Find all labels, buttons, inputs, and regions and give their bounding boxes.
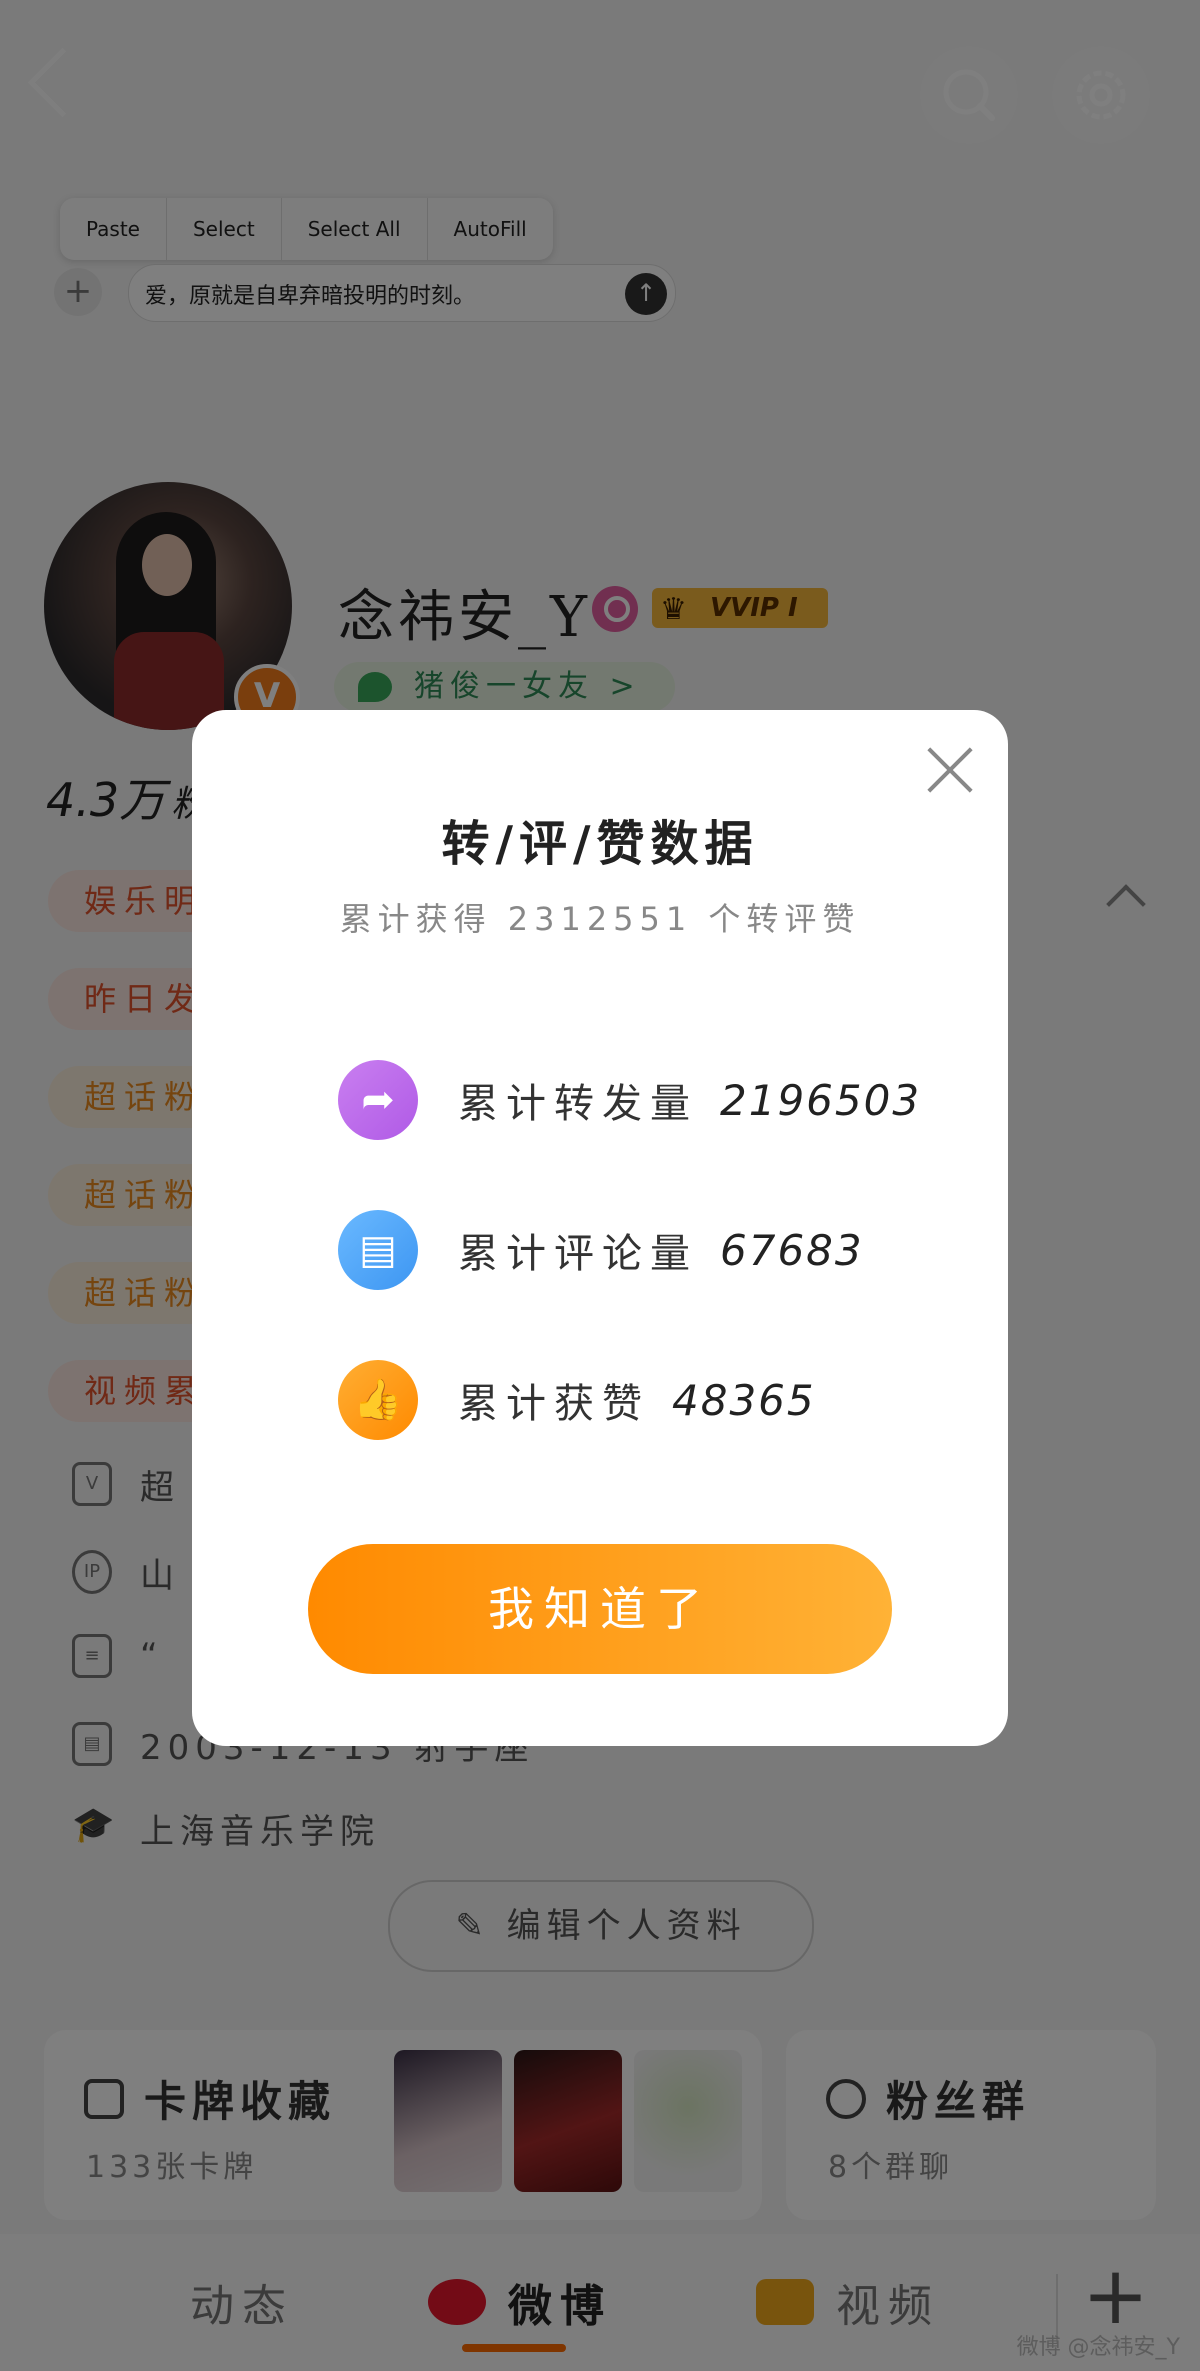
stat-value: 2196503 <box>720 1075 922 1125</box>
forward-icon: ➦ <box>338 1060 418 1140</box>
got-it-button[interactable]: 我知道了 <box>308 1544 892 1674</box>
comment-icon: ▤ <box>338 1210 418 1290</box>
thumbs-up-icon: 👍 <box>338 1360 418 1440</box>
stat-row-forward: ➦ 累计转发量 2196503 <box>338 1060 921 1140</box>
stat-label: 累计评论量 <box>458 1231 698 1277</box>
modal-subtitle: 累计获得 2312551 个转评赞 <box>339 900 861 938</box>
modal-title: 转/评/赞数据 <box>441 816 759 872</box>
stat-label: 累计转发量 <box>458 1081 698 1127</box>
stats-modal: 转/评/赞数据 累计获得 2312551 个转评赞 ➦ 累计转发量 219650… <box>192 710 1008 1746</box>
close-icon[interactable] <box>926 746 974 794</box>
stat-row-like: 👍 累计获赞 48365 <box>338 1360 816 1440</box>
stat-value: 48365 <box>672 1375 816 1425</box>
stat-label: 累计获赞 <box>458 1381 650 1427</box>
stat-value: 67683 <box>720 1225 864 1275</box>
stat-row-comment: ▤ 累计评论量 67683 <box>338 1210 864 1290</box>
